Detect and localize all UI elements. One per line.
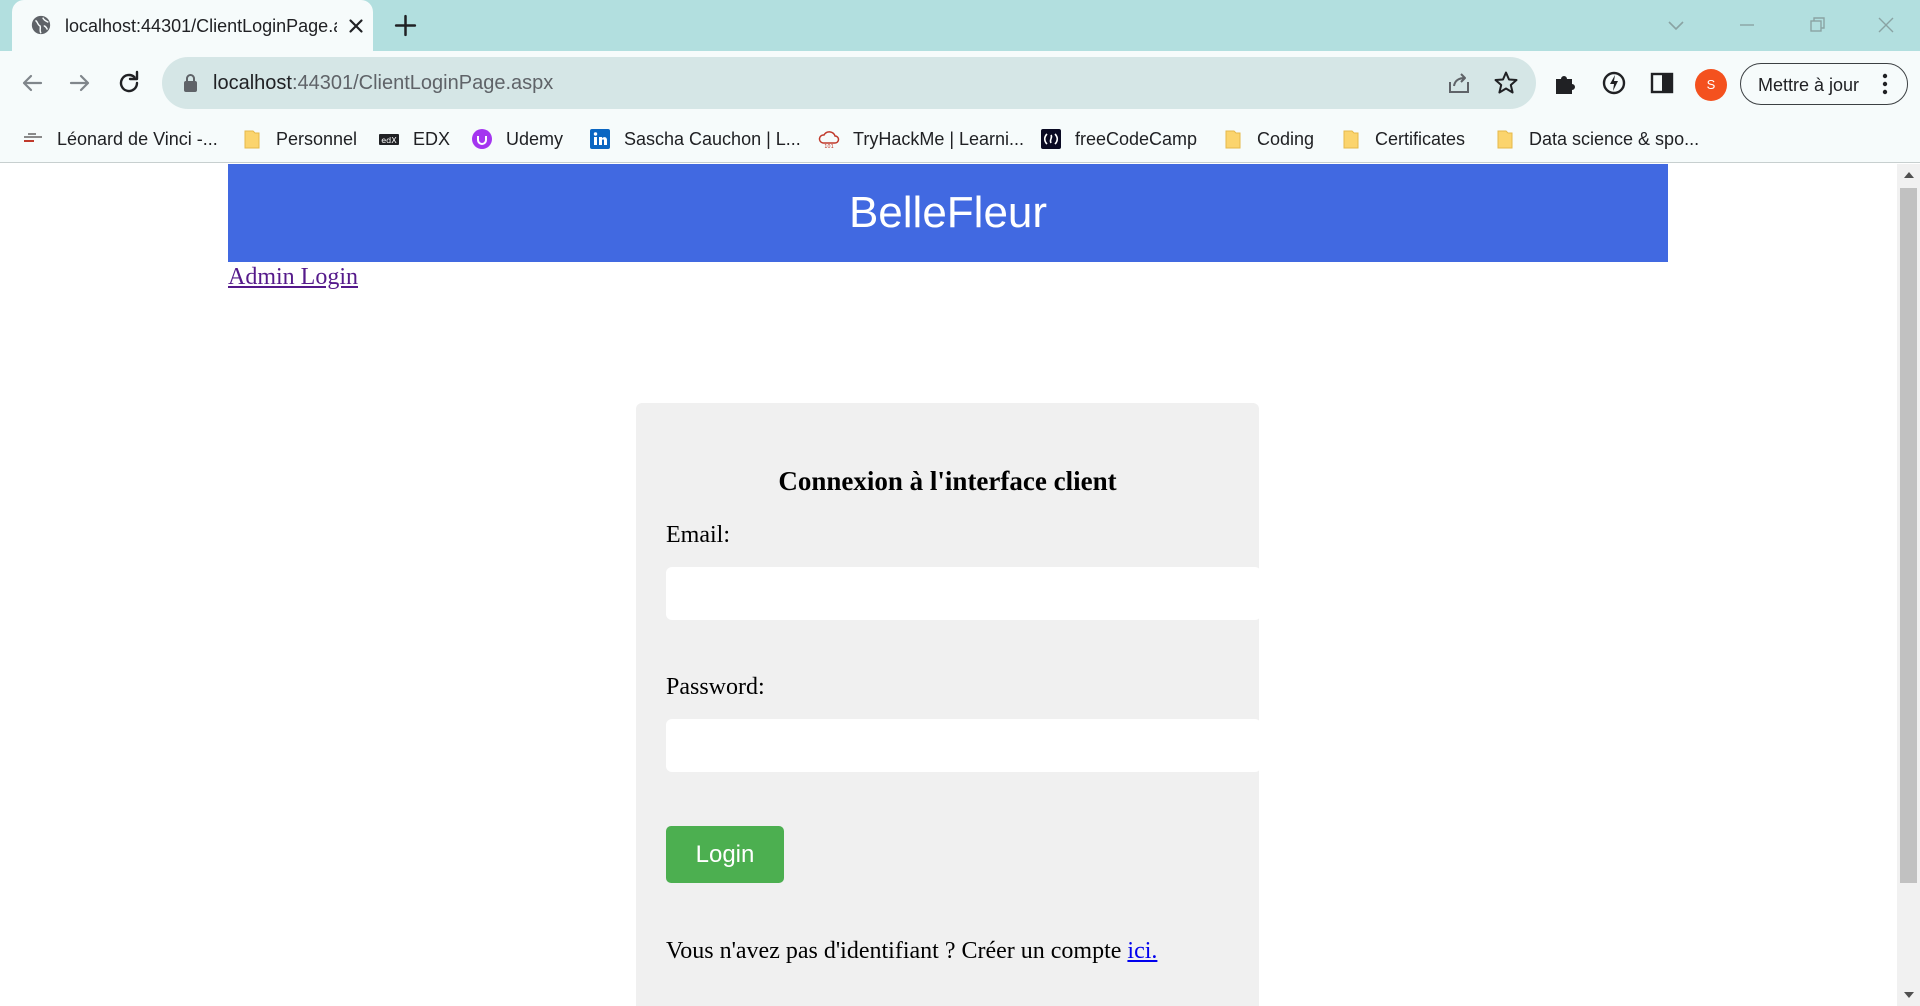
close-window-icon[interactable] [1871, 10, 1901, 40]
close-tab-icon[interactable] [345, 15, 367, 37]
folder-icon [1225, 130, 1241, 149]
forward-arrow-icon[interactable] [64, 67, 96, 99]
update-button-label: Mettre à jour [1758, 75, 1860, 95]
bookmarks-bar: Léonard de Vinci -... Personnel edX EDX … [0, 116, 1920, 163]
minimize-icon[interactable] [1732, 10, 1762, 40]
lock-icon[interactable] [182, 73, 199, 93]
page-scrollbar[interactable] [1897, 164, 1920, 1006]
url-text[interactable]: localhost:44301/ClientLoginPage.aspx [213, 71, 553, 95]
bookmark-label: Data science & spo... [1529, 129, 1700, 149]
password-field[interactable] [666, 719, 1261, 772]
email-label: Email: [666, 522, 730, 548]
signup-prompt: Vous n'avez pas d'identifiant ? Créer un… [666, 936, 1157, 966]
tab-strip: localhost:44301/ClientLoginPage.aspx [0, 0, 1920, 51]
school-logo-icon [24, 133, 42, 142]
share-icon[interactable] [1446, 70, 1472, 96]
url-host: localhost [213, 72, 292, 94]
client-login-form: Connexion à l'interface client Email: Pa… [636, 403, 1261, 1006]
bookmark-label: EDX [413, 129, 451, 149]
bookmark-label: Sascha Cauchon | L... [624, 129, 801, 149]
bookmark-star-icon[interactable] [1493, 70, 1519, 96]
site-header: BelleFleur [228, 164, 1668, 262]
restore-icon[interactable] [1802, 10, 1832, 40]
brand-title: BelleFleur [848, 188, 1048, 237]
scroll-down-arrow-icon[interactable] [1904, 992, 1914, 998]
admin-login-link[interactable]: Admin Login [228, 261, 358, 293]
new-tab-icon[interactable] [393, 13, 418, 38]
profile-avatar[interactable]: S [1695, 69, 1727, 101]
freecodecamp-logo-icon [1041, 129, 1061, 149]
bookmark-folder[interactable]: Personnel [241, 125, 357, 153]
email-field[interactable] [666, 567, 1261, 620]
extensions-puzzle-icon[interactable] [1550, 67, 1582, 99]
udemy-logo-icon [472, 129, 492, 149]
performance-icon[interactable] [1598, 67, 1630, 99]
bookmark-item[interactable]: 101 TryHackMe | Learni... [818, 125, 1024, 153]
create-account-link[interactable]: ici. [1127, 938, 1157, 964]
bookmark-label: Udemy [506, 129, 564, 149]
back-arrow-icon[interactable] [16, 67, 48, 99]
linkedin-logo-icon [590, 129, 610, 149]
folder-icon [1343, 130, 1359, 149]
browser-tab-active[interactable]: localhost:44301/ClientLoginPage.aspx [12, 0, 373, 51]
url-path: :44301/ClientLoginPage.aspx [291, 72, 554, 94]
bookmark-folder[interactable]: Data science & spo... [1494, 125, 1699, 153]
bookmark-item[interactable]: Sascha Cauchon | L... [589, 125, 801, 153]
edx-logo-icon: edX [379, 134, 399, 145]
reload-icon[interactable] [113, 67, 145, 99]
tab-title: localhost:44301/ClientLoginPage.aspx [65, 16, 337, 36]
scroll-up-arrow-icon[interactable] [1904, 172, 1914, 178]
bookmark-label: Léonard de Vinci -... [57, 129, 218, 149]
signup-text: Vous n'avez pas d'identifiant ? Créer un… [666, 938, 1128, 964]
more-menu-icon[interactable] [1881, 73, 1889, 95]
bookmark-item[interactable]: edX EDX [378, 125, 450, 153]
bookmark-label: Personnel [276, 129, 358, 149]
browser-toolbar: localhost:44301/ClientLoginPage.aspx S M… [0, 51, 1920, 116]
login-button[interactable]: Login [666, 826, 784, 883]
password-label: Password: [666, 674, 765, 700]
folder-icon [244, 130, 260, 149]
bookmark-label: Coding [1257, 129, 1315, 149]
bookmark-item[interactable]: Léonard de Vinci -... [22, 125, 218, 153]
scrollbar-thumb[interactable] [1900, 188, 1917, 883]
bookmark-item[interactable]: freeCodeCamp [1040, 125, 1197, 153]
update-browser-button[interactable]: Mettre à jour [1740, 63, 1908, 105]
svg-text:edX: edX [381, 136, 397, 145]
bookmark-label: Certificates [1375, 129, 1466, 149]
bookmark-item[interactable]: Udemy [471, 125, 563, 153]
bookmark-label: freeCodeCamp [1075, 129, 1198, 149]
form-title: Connexion à l'interface client [778, 466, 1117, 496]
bookmark-label: TryHackMe | Learni... [853, 129, 1025, 149]
folder-icon [1497, 130, 1513, 149]
tryhackme-logo-icon: 101 [818, 131, 840, 150]
globe-icon [31, 15, 51, 35]
page-viewport: BelleFleur Admin Login Connexion à l'int… [0, 164, 1897, 1006]
address-bar[interactable]: localhost:44301/ClientLoginPage.aspx [162, 57, 1536, 109]
svg-text:101: 101 [824, 144, 834, 150]
tab-search-chevron-icon[interactable] [1661, 10, 1691, 40]
bookmark-folder[interactable]: Coding [1222, 125, 1314, 153]
bookmark-folder[interactable]: Certificates [1340, 125, 1465, 153]
side-panel-icon[interactable] [1646, 67, 1678, 99]
